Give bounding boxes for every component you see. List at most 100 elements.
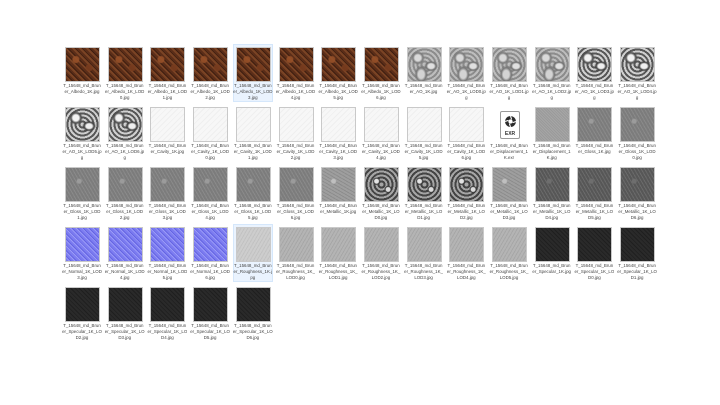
- file-thumbnail: [107, 107, 143, 142]
- file-thumbnail: [150, 47, 186, 82]
- file-item[interactable]: T_15648_md_Bruner_Cavity_1K_LOD1.jpg: [233, 104, 273, 162]
- file-thumbnail: EXR: [492, 107, 527, 142]
- file-thumbnail: [150, 107, 186, 142]
- file-item[interactable]: T_15648_md_Bruner_Roughness_1K_LOD2.jpg: [361, 224, 401, 282]
- file-name: T_15648_md_Bruner_Albedo_1K_LOD2.jpg: [190, 83, 230, 101]
- file-item[interactable]: T_15648_md_Bruner_Gloss_1K_LOD0.jpg: [617, 104, 657, 162]
- file-item[interactable]: T_15648_md_Bruner_Metallic_1K_LOD5.jpg: [574, 164, 614, 222]
- file-item[interactable]: T_15648_md_Bruner_Cavity_1K_LOD6.jpg: [446, 104, 486, 162]
- file-thumbnail: [150, 287, 186, 322]
- file-item[interactable]: T_15648_md_Bruner_Albedo_1K_LOD0.jpg: [105, 44, 145, 102]
- file-thumbnail: [150, 227, 186, 262]
- file-name: T_15648_md_Bruner_Metallic_1K_LOD0.jpg: [362, 203, 400, 221]
- file-item[interactable]: T_15648_md_Bruner_Metallic_1K_LOD6.jpg: [617, 164, 657, 222]
- file-item[interactable]: T_15648_md_Bruner_Cavity_1K_LOD4.jpg: [361, 104, 401, 162]
- file-item[interactable]: T_15648_md_Bruner_Albedo_1K_LOD4.jpg: [276, 44, 316, 102]
- file-item[interactable]: T_15648_md_Bruner_Cavity_1K_LOD0.jpg: [190, 104, 230, 162]
- file-item[interactable]: T_15648_md_Bruner_Roughness_1K_LOD0.jpg: [276, 224, 316, 282]
- file-item[interactable]: T_15648_md_Bruner_Normal_1K_LOD6.jpg: [190, 224, 230, 282]
- file-item[interactable]: T_15648_md_Bruner_Normal_1K_LOD4.jpg: [105, 224, 145, 282]
- file-name: T_15648_md_Bruner_Normal_1K_LOD6.jpg: [190, 263, 230, 281]
- file-thumbnail: [363, 227, 399, 262]
- file-thumbnail: [406, 107, 442, 142]
- file-name: T_15648_md_Bruner_Roughness_1K.jpg: [233, 263, 273, 281]
- file-item[interactable]: T_15648_md_Bruner_Displacement_1K.jpg: [532, 104, 572, 162]
- file-name: T_15648_md_Bruner_Cavity_1K_LOD4.jpg: [361, 143, 400, 161]
- file-item[interactable]: T_15648_md_Bruner_Cavity_1K_LOD3.jpg: [318, 104, 358, 162]
- file-name: T_15648_md_Bruner_Albedo_1K_LOD5.jpg: [318, 83, 358, 101]
- file-item[interactable]: T_15648_md_Bruner_Gloss_1K_LOD2.jpg: [105, 164, 145, 222]
- file-item[interactable]: T_15648_md_Bruner_Metallic_1K.jpg: [318, 164, 358, 222]
- file-item[interactable]: T_15648_md_Bruner_Gloss_1K_LOD1.jpg: [62, 164, 102, 222]
- file-thumbnail: [278, 227, 314, 262]
- file-name: T_15648_md_Bruner_Specular_1K_LOD0.jpg: [574, 263, 615, 281]
- file-name: T_15648_md_Bruner_Albedo_1K_LOD0.jpg: [105, 83, 145, 101]
- file-item[interactable]: T_15648_md_Bruner_Gloss_1K_LOD4.jpg: [190, 164, 230, 222]
- file-item[interactable]: T_15648_md_Bruner_Albedo_1K.jpg: [62, 44, 102, 102]
- file-item[interactable]: T_15648_md_Bruner_Specular_1K_LOD4.jpg: [147, 284, 187, 342]
- file-item[interactable]: T_15648_md_Bruner_Specular_1K.jpg: [532, 224, 572, 282]
- file-item[interactable]: T_15648_md_Bruner_Metallic_1K_LOD1.jpg: [404, 164, 444, 222]
- file-item[interactable]: T_15648_md_Bruner_AO_1K.jpg: [404, 44, 444, 102]
- file-item[interactable]: T_15648_md_Bruner_Gloss_1K.jpg: [574, 104, 614, 162]
- file-thumbnail: [278, 167, 314, 202]
- file-item[interactable]: T_15648_md_Bruner_Specular_1K_LOD6.jpg: [233, 284, 273, 342]
- file-thumbnail: [65, 227, 100, 262]
- file-item[interactable]: T_15648_md_Bruner_Cavity_1K_LOD2.jpg: [276, 104, 316, 162]
- file-thumbnail: [620, 167, 656, 202]
- file-item[interactable]: T_15648_md_Bruner_Cavity_1K.jpg: [147, 104, 187, 162]
- file-item[interactable]: T_15648_md_Bruner_Albedo_1K_LOD5.jpg: [318, 44, 358, 102]
- aperture-icon: [504, 115, 517, 128]
- file-item[interactable]: T_15648_md_Bruner_Gloss_1K_LOD3.jpg: [147, 164, 187, 222]
- file-name: T_15648_md_Bruner_Albedo_1K_LOD3.jpg: [233, 83, 273, 101]
- file-item[interactable]: T_15648_md_Bruner_Normal_1K_LOD3.jpg: [62, 224, 102, 282]
- file-item[interactable]: T_15648_md_Bruner_AO_1K_LOD4.jpg: [617, 44, 657, 102]
- file-thumbnail: [193, 287, 229, 322]
- file-name: T_15648_md_Bruner_AO_1K_LOD5.jpg: [62, 143, 102, 161]
- file-item[interactable]: T_15648_md_Bruner_AO_1K_LOD5.jpg: [62, 104, 102, 162]
- file-item[interactable]: T_15648_md_Bruner_Roughness_1K.jpg: [232, 224, 273, 282]
- file-item[interactable]: T_15648_md_Bruner_Albedo_1K_LOD3.jpg: [232, 44, 273, 102]
- file-thumbnail: [406, 47, 442, 82]
- file-item[interactable]: T_15648_md_Bruner_Metallic_1K_LOD2.jpg: [446, 164, 486, 222]
- file-item[interactable]: T_15648_md_Bruner_AO_1K_LOD6.jpg: [105, 104, 145, 162]
- file-item[interactable]: T_15648_md_Bruner_Metallic_1K_LOD3.jpg: [489, 164, 529, 222]
- file-item[interactable]: T_15648_md_Bruner_Specular_1K_LOD1.jpg: [617, 224, 657, 282]
- file-item[interactable]: T_15648_md_Bruner_Metallic_1K_LOD4.jpg: [532, 164, 572, 222]
- file-thumbnail: [363, 47, 399, 82]
- file-item[interactable]: T_15648_md_Bruner_AO_1K_LOD3.jpg: [574, 44, 614, 102]
- file-name: T_15648_md_Bruner_Displacement_1K.exr: [490, 143, 528, 161]
- file-name: T_15648_md_Bruner_Specular_1K_LOD4.jpg: [147, 323, 188, 341]
- file-item[interactable]: T_15648_md_Bruner_Roughness_1K_LOD4.jpg: [446, 224, 486, 282]
- file-name: T_15648_md_Bruner_Albedo_1K_LOD1.jpg: [147, 83, 188, 101]
- file-item[interactable]: T_15648_md_Bruner_Specular_1K_LOD5.jpg: [190, 284, 230, 342]
- file-item[interactable]: T_15648_md_Bruner_Specular_1K_LOD2.jpg: [62, 284, 102, 342]
- file-item[interactable]: T_15648_md_Bruner_Albedo_1K_LOD1.jpg: [147, 44, 187, 102]
- file-item[interactable]: T_15648_md_Bruner_Metallic_1K_LOD0.jpg: [361, 164, 401, 222]
- file-item[interactable]: T_15648_md_Bruner_Albedo_1K_LOD2.jpg: [190, 44, 230, 102]
- file-thumbnail: [620, 47, 656, 82]
- file-grid: T_15648_md_Bruner_Albedo_1K.jpg T_15648_m…: [62, 44, 662, 354]
- file-thumbnail: [577, 167, 613, 202]
- file-thumbnail: [235, 287, 271, 322]
- file-item[interactable]: T_15648_md_Bruner_Roughness_1K_LOD5.jpg: [489, 224, 529, 282]
- file-item[interactable]: T_15648_md_Bruner_AO_1K_LOD2.jpg: [532, 44, 572, 102]
- file-item[interactable]: T_15648_md_Bruner_AO_1K_LOD0.jpg: [446, 44, 486, 102]
- file-thumbnail: [321, 107, 357, 142]
- file-item[interactable]: T_15648_md_Bruner_Normal_1K_LOD5.jpg: [147, 224, 187, 282]
- file-item[interactable]: T_15648_md_Bruner_Specular_1K_LOD3.jpg: [105, 284, 145, 342]
- file-item[interactable]: T_15648_md_Bruner_Albedo_1K_LOD6.jpg: [361, 44, 401, 102]
- file-item[interactable]: T_15648_md_Bruner_Roughness_1K_LOD1.jpg: [318, 224, 358, 282]
- file-name: T_15648_md_Bruner_Specular_1K_LOD3.jpg: [104, 323, 145, 341]
- file-item[interactable]: T_15648_md_Bruner_AO_1K_LOD1.jpg: [489, 44, 529, 102]
- file-name: T_15648_md_Bruner_Metallic_1K_LOD2.jpg: [447, 203, 486, 221]
- file-thumbnail: [65, 167, 100, 202]
- file-item[interactable]: T_15648_md_Bruner_Roughness_1K_LOD3.jpg: [404, 224, 444, 282]
- file-item[interactable]: T_15648_md_Bruner_Cavity_1K_LOD5.jpg: [404, 104, 444, 162]
- file-item[interactable]: T_15648_md_Bruner_Gloss_1K_LOD5.jpg: [233, 164, 273, 222]
- file-item[interactable]: T_15648_md_Bruner_Specular_1K_LOD0.jpg: [574, 224, 614, 282]
- file-item[interactable]: T_15648_md_Bruner_Gloss_1K_LOD6.jpg: [276, 164, 316, 222]
- file-item[interactable]: EXR T_15648_md_Bruner_Displacement_1K.exr: [489, 104, 529, 162]
- file-name: T_15648_md_Bruner_AO_1K_LOD2.jpg: [532, 83, 572, 101]
- file-name: T_15648_md_Bruner_Metallic_1K.jpg: [319, 203, 357, 215]
